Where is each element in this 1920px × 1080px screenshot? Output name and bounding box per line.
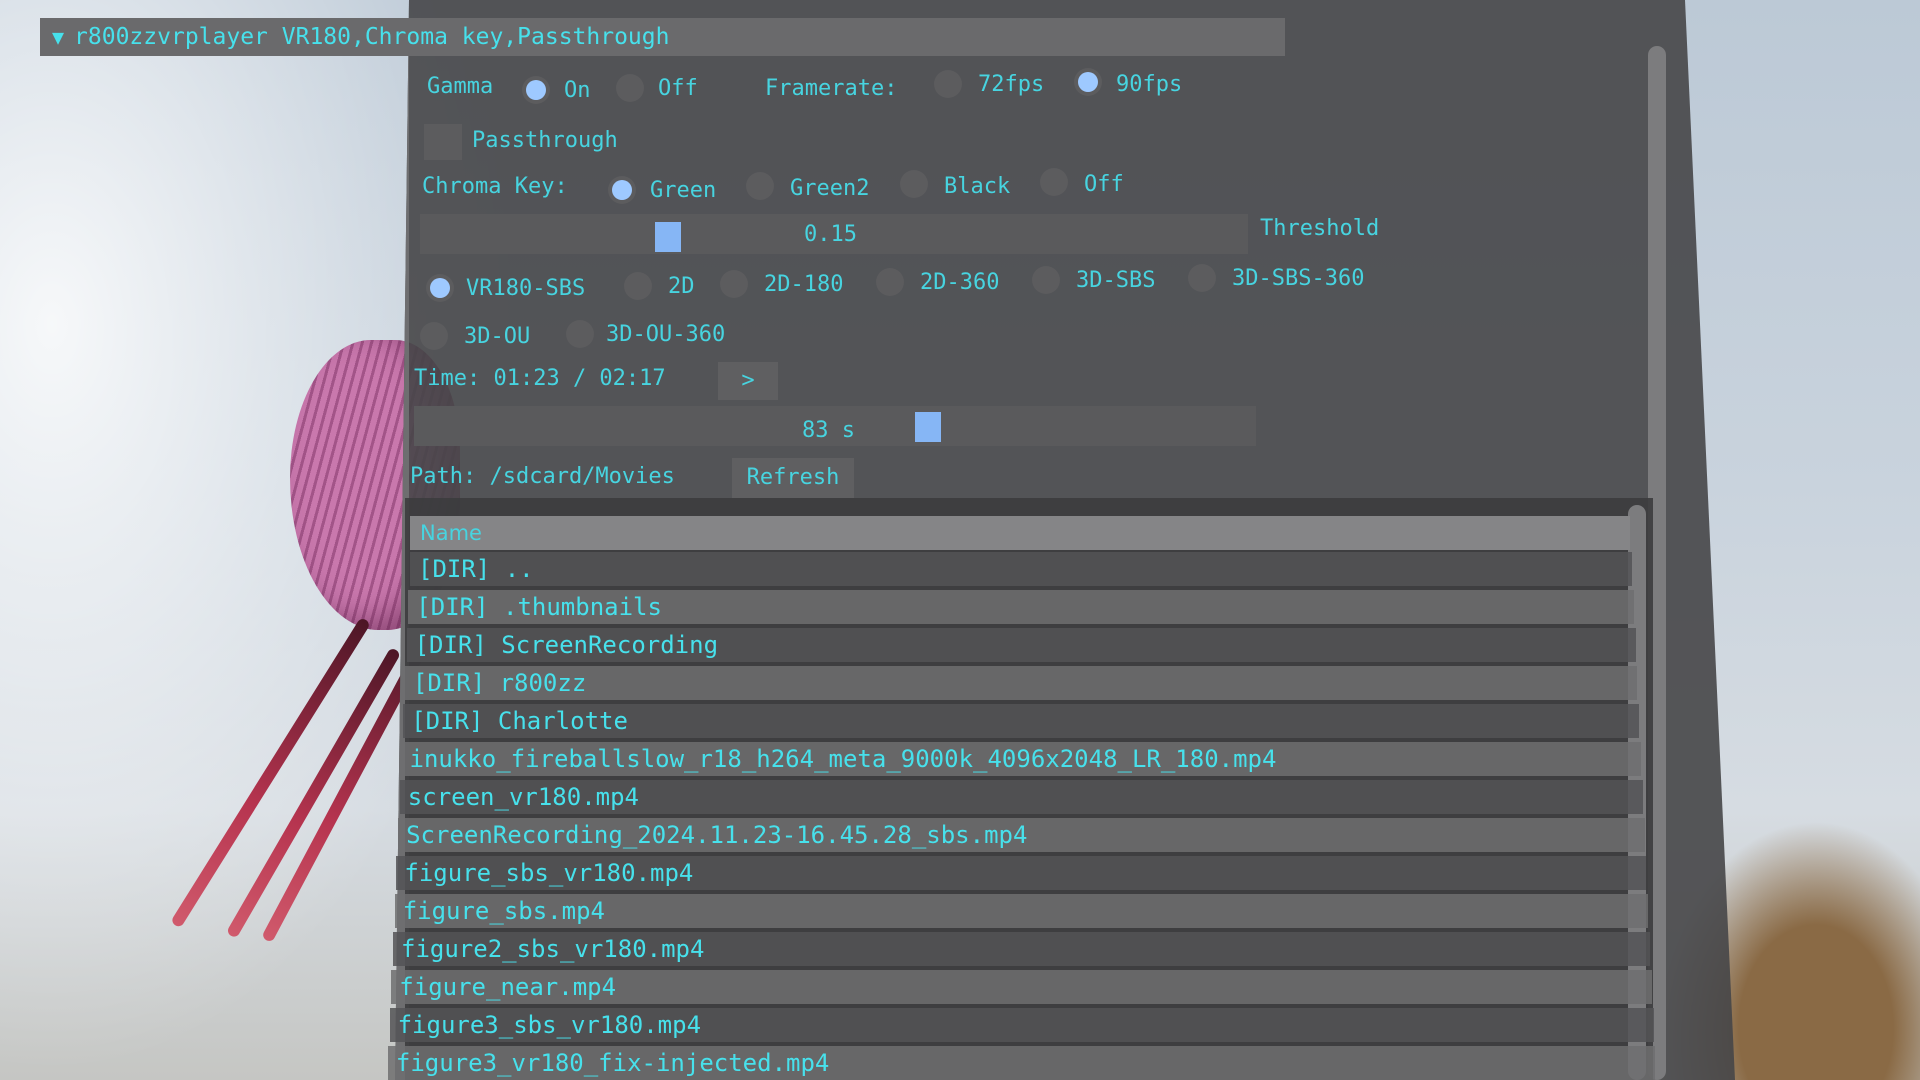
file-row[interactable]: figure3_vr180_fix-injected.mp4 <box>387 1046 1656 1080</box>
chroma-green-radio[interactable] <box>608 176 636 204</box>
file-row[interactable]: figure_near.mp4 <box>391 970 1652 1004</box>
file-row[interactable]: [DIR] .. <box>410 552 1632 586</box>
passthrough-label[interactable]: Passthrough <box>472 128 618 153</box>
chroma-off-label[interactable]: Off <box>1084 172 1124 197</box>
seek-slider-handle[interactable] <box>914 412 941 442</box>
chroma-black-radio[interactable] <box>900 170 928 198</box>
time-label: Time: 01:23 / 02:17 <box>414 366 666 391</box>
file-row[interactable]: [DIR] .thumbnails <box>408 590 1634 624</box>
gamma-label: Gamma <box>427 74 494 99</box>
projection-3d-ou-360-radio[interactable] <box>566 320 594 348</box>
chroma-off-radio[interactable] <box>1040 168 1068 196</box>
gamma-off-radio[interactable] <box>616 74 644 102</box>
file-row[interactable]: figure_sbs.mp4 <box>394 894 1649 928</box>
projection-3d-ou-label[interactable]: 3D-OU <box>464 324 530 349</box>
path-label: Path: /sdcard/Movies <box>410 464 675 489</box>
projection-3d-ou-360-label[interactable]: 3D-OU-360 <box>606 322 725 347</box>
file-row[interactable]: figure3_sbs_vr180.mp4 <box>389 1008 1654 1042</box>
file-row[interactable]: [DIR] r800zz <box>404 666 1638 700</box>
file-table-header-name[interactable]: Name <box>410 516 1630 550</box>
framerate-90-label[interactable]: 90fps <box>1116 72 1182 97</box>
file-row[interactable]: screen_vr180.mp4 <box>399 780 1643 814</box>
projection-3d-sbs-radio[interactable] <box>1032 266 1060 294</box>
window-titlebar[interactable]: ▼ r800zzvrplayer VR180,Chroma key,Passthr… <box>40 18 1285 56</box>
gamma-off-label[interactable]: Off <box>658 76 698 101</box>
refresh-button[interactable]: Refresh <box>732 458 854 498</box>
projection-2d-360-radio[interactable] <box>876 268 904 296</box>
threshold-label: Threshold <box>1260 216 1380 241</box>
framerate-label: Framerate: <box>765 76 898 101</box>
projection-2d-label[interactable]: 2D <box>668 274 695 299</box>
file-row[interactable]: ScreenRecording_2024.11.23-16.45.28_sbs.… <box>398 818 1645 852</box>
file-row[interactable]: [DIR] Charlotte <box>403 704 1640 738</box>
threshold-slider-handle[interactable] <box>655 222 681 252</box>
threshold-value: 0.15 <box>804 222 857 247</box>
projection-2d-radio[interactable] <box>624 272 652 300</box>
chroma-green2-label[interactable]: Green2 <box>790 176 869 201</box>
chroma-key-label: Chroma Key: <box>422 174 568 199</box>
projection-2d-360-label[interactable]: 2D-360 <box>920 270 999 295</box>
framerate-90-radio[interactable] <box>1074 68 1102 96</box>
projection-3d-sbs-360-label[interactable]: 3D-SBS-360 <box>1232 266 1364 291</box>
file-row[interactable]: inukko_fireballslow_r18_h264_meta_9000k_… <box>401 742 1641 776</box>
chroma-black-label[interactable]: Black <box>944 174 1010 199</box>
projection-3d-sbs-label[interactable]: 3D-SBS <box>1076 268 1155 293</box>
play-button[interactable]: > <box>718 362 778 400</box>
gamma-on-label[interactable]: On <box>564 78 591 103</box>
projection-vr180-sbs-label[interactable]: VR180-SBS <box>466 276 585 301</box>
projection-2d-180-radio[interactable] <box>720 270 748 298</box>
gamma-on-radio[interactable] <box>522 76 550 104</box>
file-row[interactable]: figure2_sbs_vr180.mp4 <box>393 932 1650 966</box>
file-row[interactable]: [DIR] ScreenRecording <box>406 628 1636 662</box>
projection-3d-sbs-360-radio[interactable] <box>1188 264 1216 292</box>
framerate-72-radio[interactable] <box>934 70 962 98</box>
chroma-green-label[interactable]: Green <box>650 178 716 203</box>
projection-vr180-sbs-radio[interactable] <box>426 274 454 302</box>
framerate-72-label[interactable]: 72fps <box>978 72 1044 97</box>
file-row[interactable]: figure_sbs_vr180.mp4 <box>396 856 1647 890</box>
projection-3d-ou-radio[interactable] <box>420 322 448 350</box>
collapse-triangle-icon[interactable]: ▼ <box>52 18 64 56</box>
seek-value: 83 s <box>802 418 855 443</box>
projection-2d-180-label[interactable]: 2D-180 <box>764 272 843 297</box>
passthrough-checkbox[interactable] <box>424 124 462 160</box>
window-title: r800zzvrplayer VR180,Chroma key,Passthro… <box>74 24 670 50</box>
chroma-green2-radio[interactable] <box>746 172 774 200</box>
